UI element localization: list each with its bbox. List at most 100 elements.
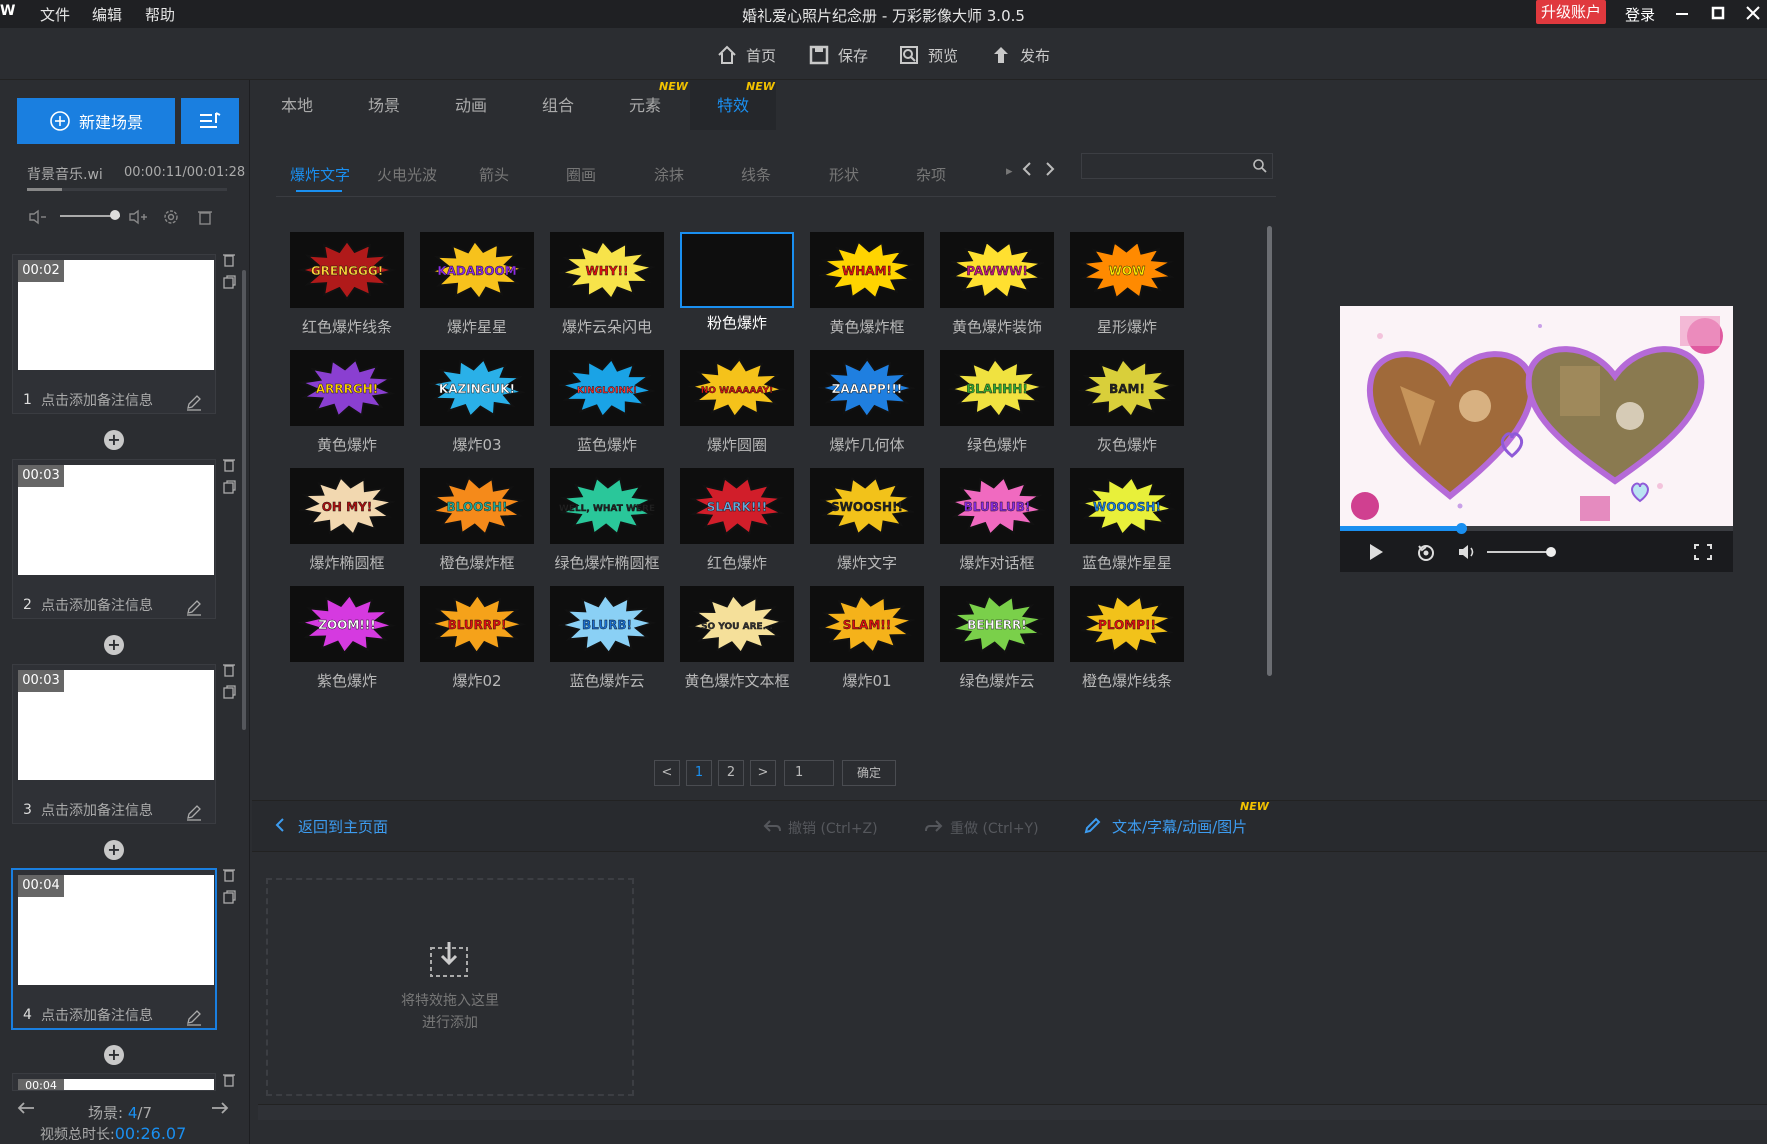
delete-scene-icon[interactable] — [222, 457, 238, 473]
effect-thumbnail[interactable]: WHY!! — [550, 232, 664, 308]
scene-note[interactable]: 点击添加备注信息 — [41, 595, 153, 615]
effect-item[interactable]: KADABOOM 爆炸星星 — [420, 232, 534, 342]
scene-list-scrollbar[interactable] — [242, 270, 246, 730]
delete-scene-icon[interactable] — [222, 662, 238, 678]
scene-card-1[interactable]: 00:02 1 点击添加备注信息 — [12, 254, 216, 414]
effect-item[interactable]: SLAM!! 爆炸01 — [810, 586, 924, 696]
effect-thumbnail[interactable]: ZAAAPP!!! — [810, 350, 924, 426]
scene-card-3[interactable]: 00:03 3 点击添加备注信息 — [12, 664, 216, 824]
effect-item[interactable]: ZAAAPP!!! 爆炸几何体 — [810, 350, 924, 460]
effect-thumbnail[interactable]: BLOOSH! — [420, 468, 534, 544]
next-scene-icon[interactable] — [210, 1100, 230, 1116]
add-scene-icon[interactable]: + — [104, 430, 124, 450]
login-button[interactable]: 登录 — [1625, 4, 1655, 25]
effect-item[interactable]: GRENGGG! 红色爆炸线条 — [290, 232, 404, 342]
effect-item[interactable]: BEHERR! 绿色爆炸云 — [940, 586, 1054, 696]
effect-thumbnail[interactable]: SO YOU ARE... — [680, 586, 794, 662]
effect-thumbnail[interactable]: SLAM!! — [810, 586, 924, 662]
effect-item[interactable]: SLARK!!! 红色爆炸 — [680, 468, 794, 578]
effect-thumbnail[interactable]: BLURRP! — [420, 586, 534, 662]
chevron-left-icon[interactable] — [274, 816, 286, 834]
preview-volume-slider[interactable] — [1487, 551, 1552, 553]
chevron-right-icon[interactable] — [1043, 160, 1057, 178]
effect-item[interactable]: SO YOU ARE... 黄色爆炸文本框 — [680, 586, 794, 696]
tab-scene[interactable]: 场景 — [341, 80, 427, 130]
menu-file[interactable]: 文件 — [40, 4, 70, 25]
subtab-misc[interactable]: 杂项 — [916, 164, 946, 185]
page-2-button[interactable]: 2 — [718, 760, 744, 786]
play-icon[interactable] — [1367, 542, 1385, 562]
effect-item[interactable]: WOW 星形爆炸 — [1070, 232, 1184, 342]
delete-scene-icon[interactable] — [222, 252, 238, 268]
library-scrollbar[interactable] — [1267, 226, 1272, 676]
subtab-circle[interactable]: 圈画 — [566, 164, 596, 185]
replay-icon[interactable] — [1416, 542, 1436, 562]
previous-scene-icon[interactable] — [16, 1100, 36, 1116]
effect-thumbnail[interactable]: SLARK!!! — [680, 468, 794, 544]
maximize-icon[interactable] — [1706, 2, 1730, 24]
effect-thumbnail[interactable]: KAZINGUK! — [420, 350, 534, 426]
prev-page-button[interactable]: < — [654, 760, 680, 786]
redo-button[interactable]: 重做 (Ctrl+Y) — [950, 818, 1039, 838]
page-number-input[interactable]: 1 — [784, 760, 834, 786]
tab-animation[interactable]: 动画 — [428, 80, 514, 130]
effect-item[interactable]: WELL, WHAT WERE 绿色爆炸椭圆框 — [550, 468, 664, 578]
subtab-arrow[interactable]: 箭头 — [479, 164, 509, 185]
effect-item[interactable]: PLOMP!! 橙色爆炸线条 — [1070, 586, 1184, 696]
add-scene-icon[interactable]: + — [104, 635, 124, 655]
save-button[interactable]: 保存 — [808, 42, 868, 68]
scene-card-4[interactable]: 00:04 4 点击添加备注信息 — [11, 868, 217, 1030]
effect-thumbnail[interactable]: SWOOSH!! — [810, 468, 924, 544]
effect-item[interactable]: ARRRGH! 黄色爆炸 — [290, 350, 404, 460]
add-scene-icon[interactable]: + — [104, 840, 124, 860]
subtab-smear[interactable]: 涂抹 — [654, 164, 684, 185]
tab-local[interactable]: 本地 — [254, 80, 340, 130]
edit-icon[interactable] — [185, 393, 203, 411]
effect-item[interactable]: BLUBLUB! 爆炸对话框 — [940, 468, 1054, 578]
close-icon[interactable] — [1741, 2, 1765, 24]
gear-icon[interactable] — [159, 205, 183, 229]
effect-thumbnail[interactable]: KADABOOM — [420, 232, 534, 308]
effect-thumbnail[interactable]: WELL, WHAT WERE — [550, 468, 664, 544]
effect-thumbnail[interactable]: PLOMP!! — [1070, 586, 1184, 662]
effect-thumbnail[interactable]: BLUBLUB! — [940, 468, 1054, 544]
text-subtitle-button[interactable]: 文本/字幕/动画/图片 — [1112, 816, 1247, 837]
trash-icon[interactable] — [193, 205, 217, 229]
volume-down-icon[interactable] — [26, 205, 50, 229]
copy-scene-icon[interactable] — [222, 684, 238, 700]
menu-help[interactable]: 帮助 — [145, 4, 175, 25]
effect-item[interactable]: WHAM! 黄色爆炸框 — [810, 232, 924, 342]
effect-item[interactable]: BLAHHH! 绿色爆炸 — [940, 350, 1054, 460]
subtab-fire-lightning[interactable]: 火电光波 — [377, 164, 437, 185]
effect-thumbnail[interactable]: WOW — [1070, 232, 1184, 308]
back-to-home-link[interactable]: 返回到主页面 — [298, 816, 388, 837]
scene-note[interactable]: 点击添加备注信息 — [41, 390, 153, 410]
effect-thumbnail[interactable]: KINGLOINK! — [550, 350, 664, 426]
effect-thumbnail[interactable]: BAM! — [1070, 350, 1184, 426]
copy-scene-icon[interactable] — [222, 479, 238, 495]
preview-volume-knob[interactable] — [1546, 547, 1556, 557]
effect-item[interactable]: KINGLOINK! 蓝色爆炸 — [550, 350, 664, 460]
effect-item[interactable]: NO WAAAAAY! 爆炸圆圈 — [680, 350, 794, 460]
publish-button[interactable]: 发布 — [990, 42, 1050, 68]
effect-thumbnail[interactable] — [680, 232, 794, 308]
effect-thumbnail[interactable]: BEHERR! — [940, 586, 1054, 662]
upgrade-account-button[interactable]: 升级账户 — [1536, 0, 1606, 24]
effect-drop-zone[interactable] — [266, 878, 634, 1096]
effect-thumbnail[interactable]: OH MY! — [290, 468, 404, 544]
minimize-icon[interactable] — [1670, 2, 1694, 24]
menu-edit[interactable]: 编辑 — [92, 4, 122, 25]
page-confirm-button[interactable]: 确定 — [842, 760, 896, 786]
subtab-line[interactable]: 线条 — [741, 164, 771, 185]
new-scene-button[interactable]: 新建场景 — [17, 98, 175, 144]
preview-progress-knob[interactable] — [1456, 523, 1467, 534]
effect-item[interactable]: OH MY! 爆炸椭圆框 — [290, 468, 404, 578]
effect-thumbnail[interactable]: ZOOM!!! — [290, 586, 404, 662]
search-icon[interactable] — [1252, 158, 1268, 174]
fullscreen-icon[interactable] — [1693, 543, 1713, 561]
tab-group[interactable]: 组合 — [515, 80, 601, 130]
next-page-button[interactable]: > — [750, 760, 776, 786]
edit-icon[interactable] — [185, 1008, 203, 1026]
scene-card-5[interactable]: 00:04 — [12, 1073, 216, 1091]
pencil-icon[interactable] — [1084, 816, 1102, 834]
